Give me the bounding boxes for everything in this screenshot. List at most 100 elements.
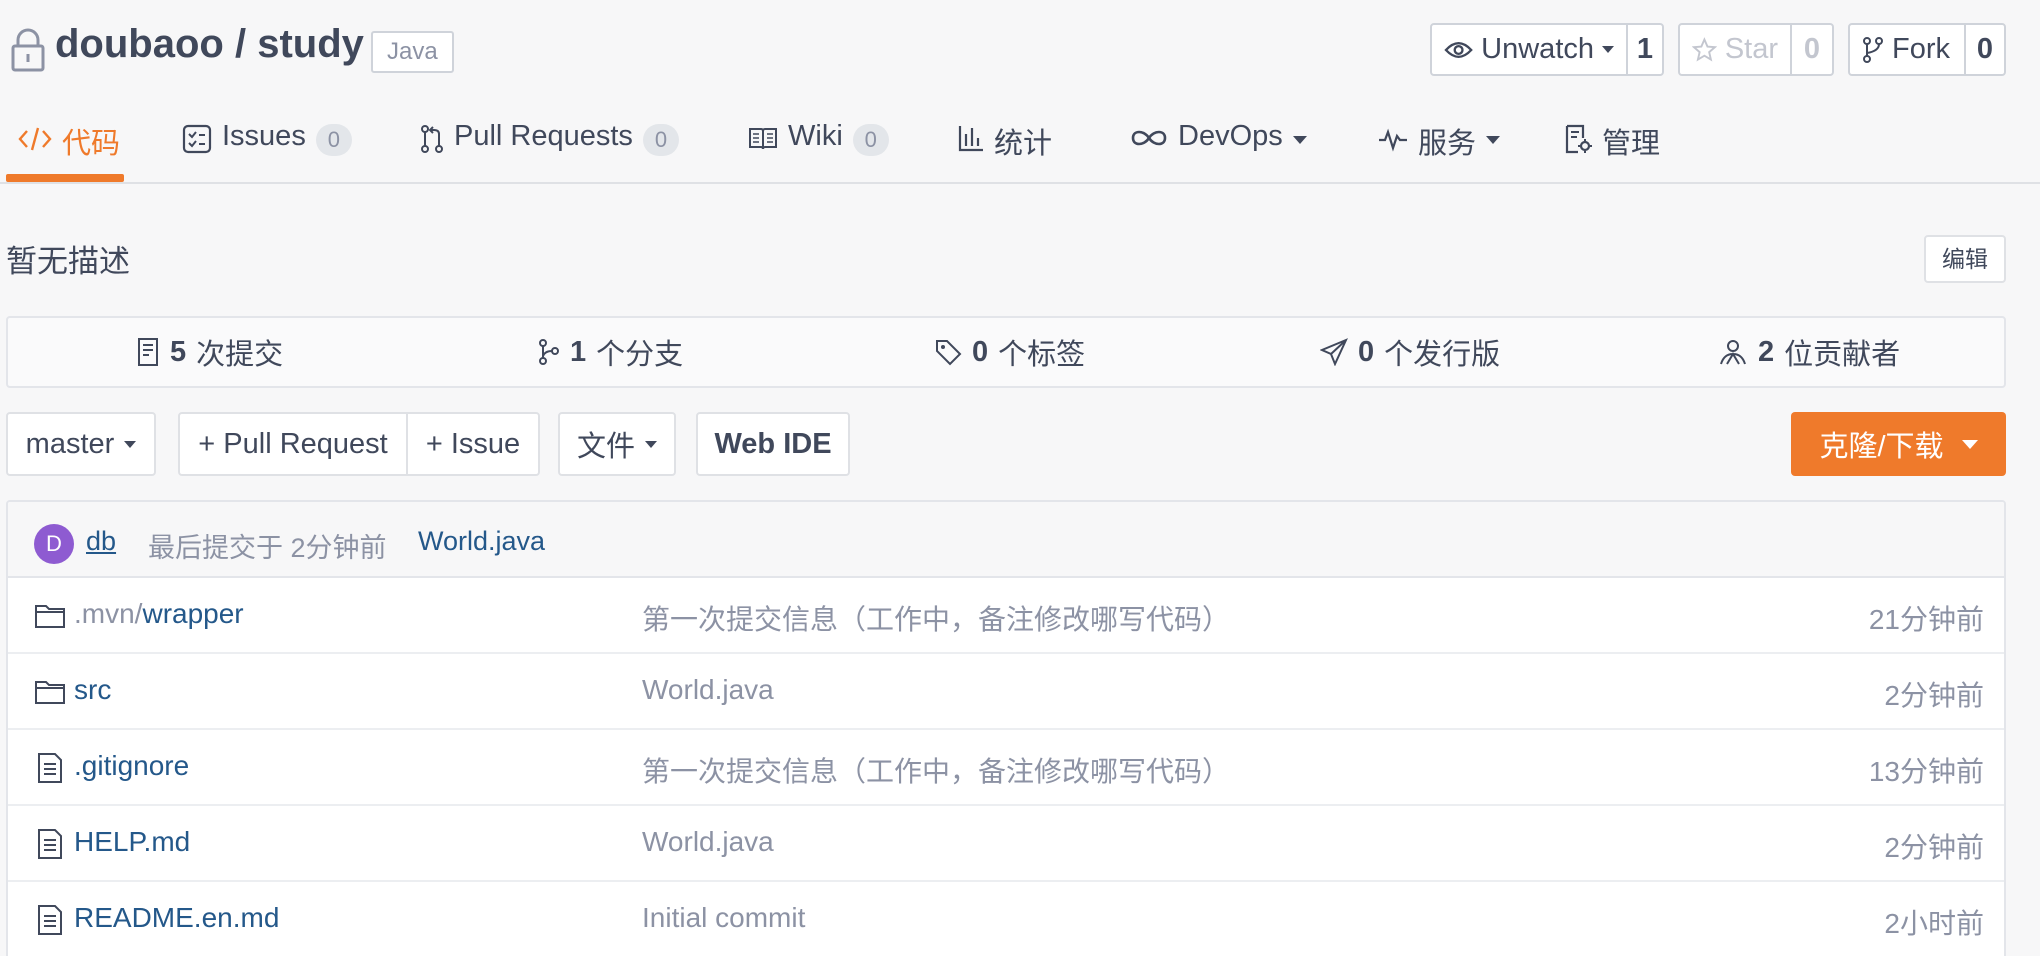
stat-commits[interactable]: 5 次提交 [136, 318, 283, 386]
chart-icon [958, 126, 983, 152]
tab-wiki-label: Wiki [788, 120, 843, 152]
fork-label: Fork [1892, 33, 1950, 65]
fork-button[interactable]: Fork [1850, 25, 1966, 74]
tab-manage-label: 管理 [1602, 128, 1661, 160]
release-icon [1320, 338, 1348, 366]
branch-select-label: master [25, 427, 115, 460]
file-name-link[interactable]: .mvn/wrapper [74, 598, 244, 630]
file-name-link[interactable]: .gitignore [74, 750, 189, 782]
file-row[interactable]: HELP.md World.java 2分钟前 [8, 806, 2004, 882]
new-issue-button[interactable]: + Issue [406, 414, 538, 474]
star-icon [1692, 36, 1717, 61]
branch-icon [539, 339, 559, 365]
eye-icon [1444, 41, 1473, 58]
stat-tags[interactable]: 0 个标签 [934, 318, 1085, 386]
file-name-link[interactable]: src [74, 674, 111, 706]
star-count[interactable]: 0 [1792, 25, 1832, 74]
new-pull-request-button[interactable]: + Pull Request [180, 414, 406, 474]
repo-tabs: 代码 Issues 0 Pull Requests 0 Wiki 0 统计 De… [0, 112, 2040, 184]
file-row[interactable]: .mvn/wrapper 第一次提交信息（工作中，备注修改哪写代码） 21分钟前 [8, 578, 2004, 654]
file-name-link[interactable]: README.en.md [74, 902, 279, 934]
chevron-down-icon [645, 440, 657, 448]
last-commit-bar: D db 最后提交于 2分钟前 World.java [8, 502, 2004, 578]
tab-stats[interactable]: 统计 [958, 112, 1052, 184]
file-icon [38, 753, 62, 783]
pull-request-icon [421, 125, 443, 153]
fork-button-group[interactable]: Fork 0 [1848, 23, 2006, 76]
star-button[interactable]: Star [1680, 25, 1792, 74]
stat-branches-num: 1 [570, 335, 587, 368]
clone-download-label: 克隆/下载 [1819, 431, 1944, 463]
repo-stats-bar: 5 次提交 1 个分支 0 个标签 0 个发行版 2 位贡献者 [6, 316, 2006, 388]
tab-manage[interactable]: 管理 [1564, 112, 1660, 184]
stat-releases[interactable]: 0 个发行版 [1320, 318, 1500, 386]
file-commit-time: 21分钟前 [1868, 604, 1984, 635]
create-button-group: + Pull Request + Issue [178, 412, 540, 476]
tab-pull-requests[interactable]: Pull Requests 0 [420, 112, 679, 184]
repo-name-link[interactable]: study [257, 22, 364, 66]
chevron-down-icon [124, 440, 137, 448]
pull-requests-count-badge: 0 [642, 124, 679, 156]
lock-icon [11, 28, 45, 72]
file-row[interactable]: README.en.md Initial commit 2小时前 [8, 882, 2004, 956]
file-commit-message[interactable]: World.java [642, 674, 774, 706]
stat-tags-num: 0 [972, 335, 989, 368]
file-commit-time: 2分钟前 [1884, 680, 1984, 711]
fork-count[interactable]: 0 [1966, 25, 2004, 74]
file-icon [38, 829, 62, 859]
web-ide-button[interactable]: Web IDE [696, 412, 850, 476]
stat-contributors[interactable]: 2 位贡献者 [1718, 318, 1900, 386]
file-menu-button[interactable]: 文件 [558, 412, 676, 476]
issues-count-badge: 0 [315, 124, 352, 156]
stat-commits-label: 次提交 [196, 339, 284, 371]
file-name-link[interactable]: HELP.md [74, 826, 190, 858]
clone-download-button[interactable]: 克隆/下载 [1791, 412, 2006, 476]
settings-doc-icon [1565, 124, 1592, 154]
tab-stats-label: 统计 [994, 128, 1053, 160]
stat-releases-label: 个发行版 [1384, 339, 1501, 371]
tab-devops[interactable]: DevOps [1130, 112, 1307, 184]
file-commit-time: 13分钟前 [1868, 756, 1984, 787]
code-icon [18, 127, 52, 151]
file-row[interactable]: src World.java 2分钟前 [8, 654, 2004, 730]
issues-icon [182, 124, 212, 154]
tab-issues[interactable]: Issues 0 [182, 112, 352, 184]
tab-services-label: 服务 [1418, 128, 1477, 160]
file-commit-message[interactable]: 第一次提交信息（工作中，备注修改哪写代码） [642, 750, 1230, 790]
file-commit-message[interactable]: World.java [642, 826, 774, 858]
unwatch-button[interactable]: Unwatch [1432, 25, 1628, 74]
watch-button-group[interactable]: Unwatch 1 [1430, 23, 1664, 76]
edit-description-button[interactable]: 编辑 [1924, 235, 2006, 283]
commit-time: 最后提交于 2分钟前 [148, 533, 387, 563]
stat-branches[interactable]: 1 个分支 [538, 318, 683, 386]
wiki-count-badge: 0 [852, 124, 889, 156]
infinity-icon [1131, 130, 1167, 146]
tab-issues-label: Issues [222, 120, 306, 152]
fork-icon [1863, 36, 1883, 63]
repo-owner-link[interactable]: doubaoo [55, 22, 224, 66]
pulse-icon [1379, 128, 1407, 152]
active-tab-indicator [6, 174, 124, 182]
repo-title: doubaoo / study [55, 22, 364, 66]
file-icon [38, 905, 62, 935]
file-menu-label: 文件 [576, 431, 635, 463]
file-commit-message[interactable]: 第一次提交信息（工作中，备注修改哪写代码） [642, 598, 1230, 638]
contributors-icon [1720, 340, 1746, 365]
chevron-down-icon [1486, 136, 1501, 144]
chevron-down-icon [1602, 46, 1614, 53]
stat-commits-num: 5 [170, 335, 187, 368]
file-commit-time: 2小时前 [1884, 908, 1984, 939]
file-commit-message[interactable]: Initial commit [642, 902, 805, 934]
file-row[interactable]: .gitignore 第一次提交信息（工作中，备注修改哪写代码） 13分钟前 [8, 730, 2004, 806]
commit-author-link[interactable]: db [86, 526, 116, 557]
avatar[interactable]: D [34, 524, 74, 564]
tab-wiki[interactable]: Wiki 0 [748, 112, 889, 184]
commit-message-link[interactable]: World.java [418, 526, 545, 557]
branch-select[interactable]: master [6, 412, 156, 476]
stat-releases-num: 0 [1358, 335, 1375, 368]
tab-services[interactable]: 服务 [1378, 112, 1501, 184]
star-button-group[interactable]: Star 0 [1678, 23, 1834, 76]
unwatch-label: Unwatch [1481, 33, 1594, 65]
commit-icon [138, 338, 158, 366]
watch-count[interactable]: 1 [1628, 25, 1662, 74]
